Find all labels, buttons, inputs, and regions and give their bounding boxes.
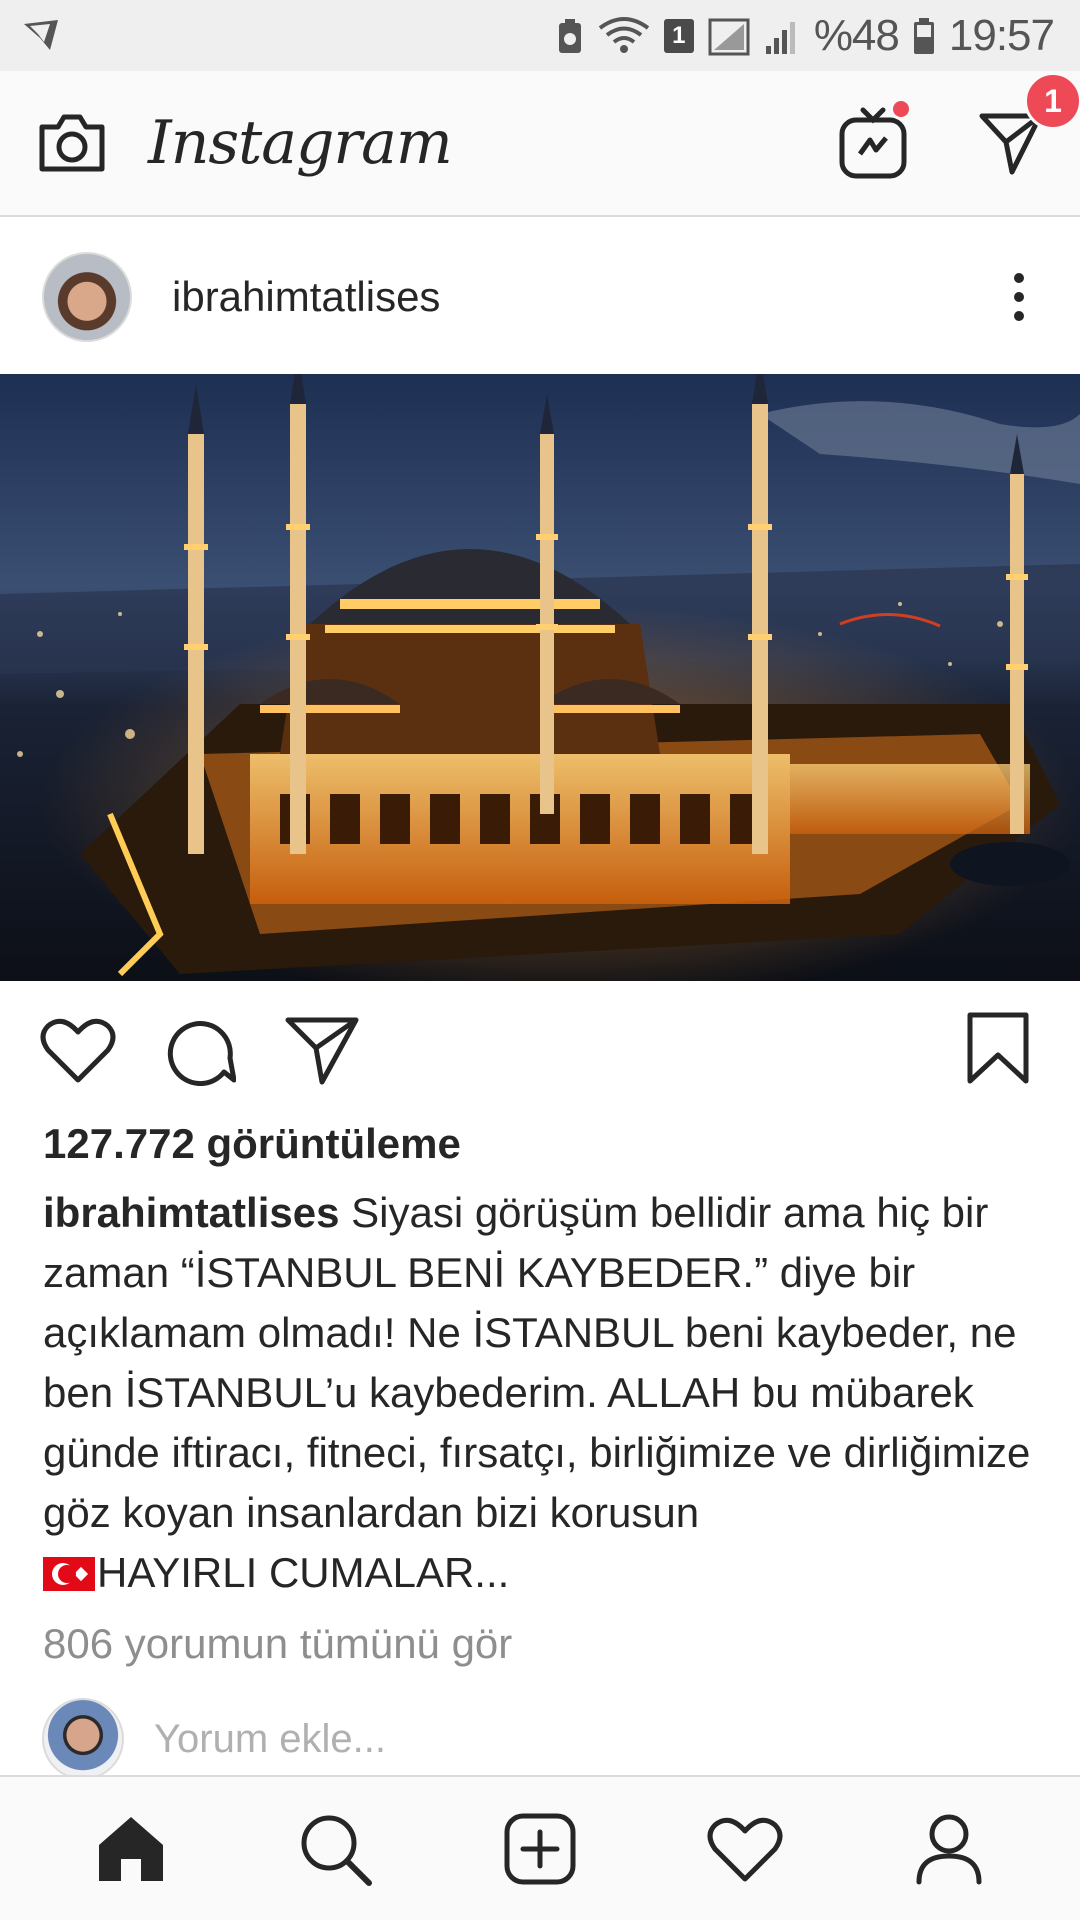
sim-badge: 1: [663, 18, 694, 53]
share-icon[interactable]: [284, 1014, 360, 1086]
comment-icon[interactable]: [164, 1014, 236, 1086]
caption-tail: HAYIRLI CUMALAR...: [97, 1549, 510, 1596]
home-icon[interactable]: [95, 1813, 167, 1885]
camera-icon[interactable]: [36, 111, 108, 175]
like-icon[interactable]: [40, 1016, 116, 1084]
caption: ibrahimtatlises Siyasi görüşüm bellidir …: [43, 1183, 1043, 1603]
comment-input[interactable]: [154, 1716, 854, 1762]
direct-badge: 1: [1024, 72, 1080, 130]
clock: 19:57: [948, 10, 1055, 60]
igtv-notification-dot: [890, 98, 912, 120]
direct-button[interactable]: 1: [978, 72, 1080, 176]
notification-icon: [24, 19, 58, 50]
battery-icon: [913, 17, 934, 54]
view-count[interactable]: 127.772 görüntüleme: [43, 1120, 461, 1168]
post-actions: [0, 1005, 1080, 1095]
post-username[interactable]: ibrahimtatlises: [172, 273, 440, 321]
my-avatar: [42, 1698, 124, 1780]
battery-percent: %48: [813, 10, 900, 60]
igtv-button[interactable]: [838, 98, 912, 180]
add-comment-row: [42, 1697, 1042, 1781]
avatar[interactable]: [42, 251, 132, 342]
new-post-icon[interactable]: [503, 1812, 577, 1886]
status-right: 1 %48 19:57: [556, 10, 1055, 61]
caption-text: Siyasi görüşüm bellidir ama hiç bir zama…: [43, 1189, 1031, 1536]
wifi-icon: [598, 16, 650, 53]
activity-icon[interactable]: [707, 1815, 783, 1883]
post-image[interactable]: [0, 374, 1080, 981]
view-all-comments-link[interactable]: 806 yorumun tümünü gör: [43, 1620, 512, 1668]
status-left: [20, 16, 64, 56]
battery-saver-icon: [558, 18, 581, 53]
app-logo: Instagram: [148, 108, 453, 178]
turkey-flag-icon: [43, 1557, 95, 1591]
save-bookmark-icon[interactable]: [966, 1011, 1030, 1085]
signal-icon-1: [708, 18, 750, 55]
search-icon[interactable]: [297, 1811, 373, 1887]
status-bar: 1 %48 19:57: [0, 0, 1080, 71]
app-header: Instagram 1: [0, 71, 1080, 217]
post-header: ibrahimtatlises: [0, 219, 1080, 374]
bottom-nav: [0, 1775, 1080, 1920]
mosque-night-image: [0, 374, 1080, 981]
more-options-icon[interactable]: [1014, 272, 1024, 321]
caption-username[interactable]: ibrahimtatlises: [43, 1189, 339, 1236]
signal-icon-2: [765, 21, 795, 54]
profile-icon[interactable]: [913, 1812, 985, 1886]
